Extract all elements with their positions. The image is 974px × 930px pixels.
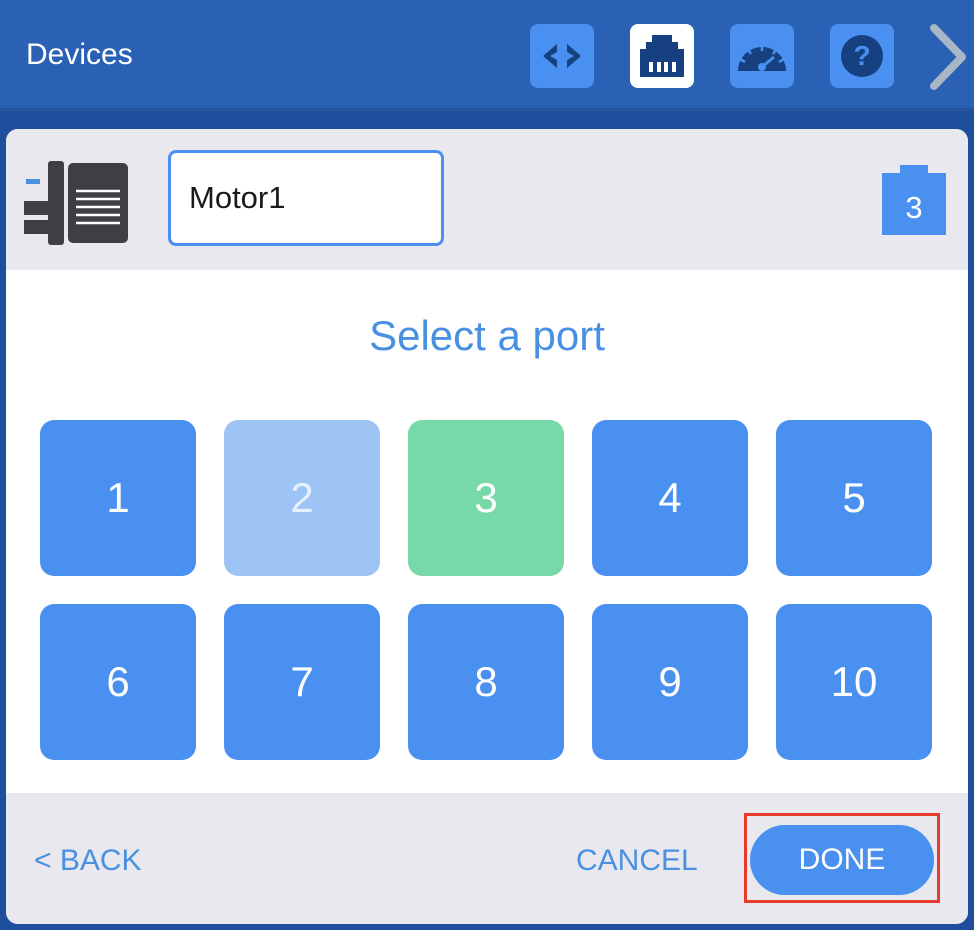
port-button-2[interactable]: 2 (224, 420, 380, 576)
svg-text:?: ? (853, 40, 870, 71)
devices-tool-button[interactable] (630, 24, 694, 88)
top-bar: Devices ? (0, 0, 974, 111)
help-icon: ? (841, 35, 883, 77)
device-config-panel: 3 Select a port 1 2 3 4 5 6 7 8 9 10 < B… (6, 129, 968, 924)
port-badge: 3 (882, 165, 946, 235)
port-badge-number: 3 (905, 190, 923, 225)
port-button-10[interactable]: 10 (776, 604, 932, 760)
port-button-3[interactable]: 3 (408, 420, 564, 576)
select-port-title: Select a port (369, 312, 605, 359)
back-button[interactable]: < BACK (34, 844, 142, 878)
cancel-button[interactable]: CANCEL (576, 844, 698, 878)
page-title: Devices (26, 38, 133, 71)
highlight-annotation (744, 813, 940, 903)
port-button-5[interactable]: 5 (776, 420, 932, 576)
port-button-1[interactable]: 1 (40, 420, 196, 576)
port-button-6[interactable]: 6 (40, 604, 196, 760)
port-button-7[interactable]: 7 (224, 604, 380, 760)
motor-icon (24, 161, 128, 245)
device-name-input[interactable] (168, 150, 444, 246)
device-header: 3 (6, 129, 968, 270)
code-tool-button[interactable] (530, 24, 594, 88)
dashboard-tool-button[interactable] (730, 24, 794, 88)
chevron-right-icon[interactable] (922, 22, 974, 92)
help-tool-button[interactable]: ? (830, 24, 894, 88)
ethernet-port-icon (640, 35, 684, 77)
code-brackets-icon (543, 44, 581, 68)
port-button-8[interactable]: 8 (408, 604, 564, 760)
port-button-4[interactable]: 4 (592, 420, 748, 576)
port-button-9[interactable]: 9 (592, 604, 748, 760)
speedometer-icon (738, 44, 786, 71)
